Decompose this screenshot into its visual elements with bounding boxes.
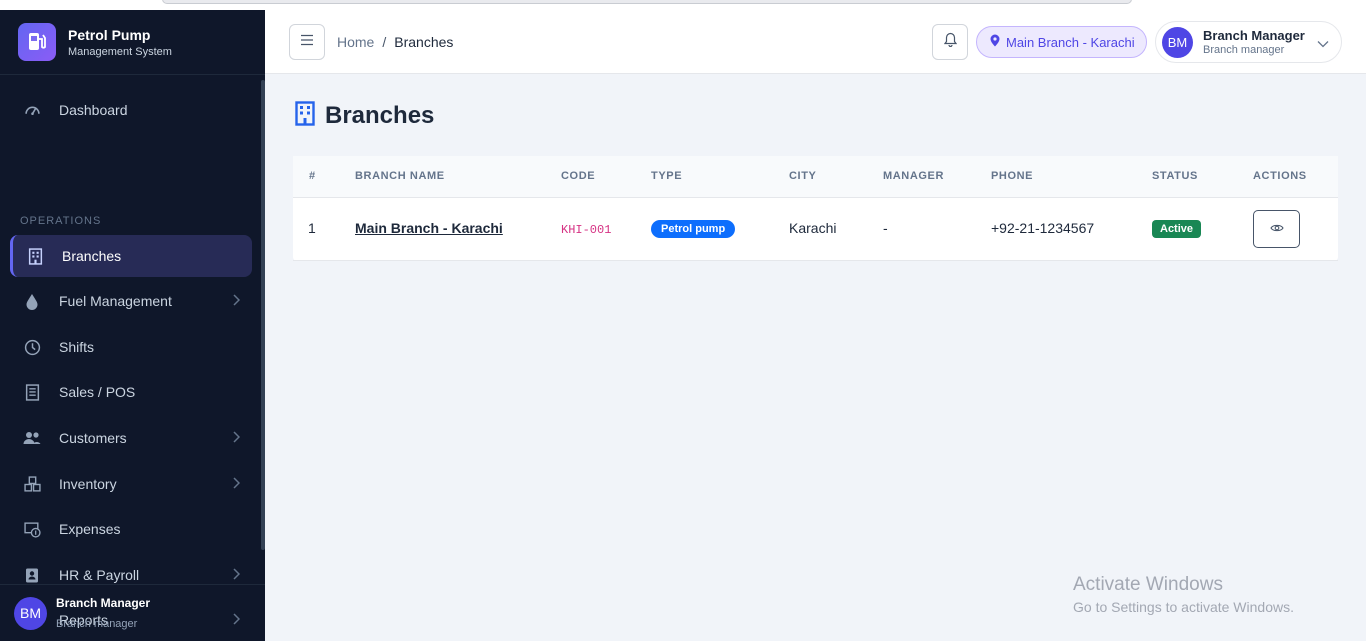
sidebar-item-label: Inventory (59, 476, 117, 492)
sidebar-item-label: Branches (62, 248, 122, 264)
people-icon (23, 429, 41, 447)
sidebar-item-branches[interactable]: Branches (10, 235, 252, 277)
watermark-line1: Activate Windows (1073, 574, 1223, 595)
sidebar-item-label: Sales / POS (59, 384, 136, 400)
breadcrumb-home[interactable]: Home (337, 34, 374, 50)
column-header-type: TYPE (651, 170, 683, 182)
sidebar-item-label: HR & Payroll (59, 567, 140, 583)
chevron-down-icon (1317, 35, 1329, 53)
brand-subtitle: Management System (68, 45, 172, 58)
building-icon (295, 101, 315, 131)
map-pin-icon (990, 34, 1000, 50)
row-index: 1 (308, 220, 316, 236)
gauge-icon (23, 101, 41, 119)
sidebar-item-expenses[interactable]: Expenses (10, 508, 252, 550)
sidebar-user-role: Branch manager (56, 618, 138, 630)
sidebar-item-customers[interactable]: Customers (10, 417, 252, 459)
sidebar-item-sales-pos[interactable]: Sales / POS (10, 371, 252, 413)
brand: Petrol Pump Management System (0, 10, 265, 75)
breadcrumb-separator: / (382, 34, 387, 50)
sidebar-item-label: Fuel Management (59, 293, 172, 309)
current-branch-label: Main Branch - Karachi (1006, 34, 1135, 50)
sidebar-item-label: Shifts (59, 339, 95, 355)
sidebar-item-shifts[interactable]: Shifts (10, 326, 252, 368)
browser-scroll-strip (0, 0, 1366, 10)
breadcrumb-current: Branches (394, 34, 454, 50)
page-heading: Branches (295, 101, 434, 131)
eye-icon (1269, 220, 1284, 238)
sidebar-item-inventory[interactable]: Inventory (10, 463, 252, 505)
column-header-status: STATUS (1152, 170, 1198, 182)
browser-scroll-pill (162, 0, 1132, 4)
clock-icon (23, 338, 41, 356)
branch-manager: - (883, 220, 888, 236)
table-row: 1 Main Branch - Karachi KHI-001 Petrol p… (293, 198, 1338, 261)
sidebar-item-fuel-management[interactable]: Fuel Management (10, 280, 252, 322)
cash-icon (23, 520, 41, 538)
sidebar: Petrol Pump Management System Dashboard … (0, 10, 265, 641)
fuel-pump-logo-icon (18, 23, 56, 61)
id-badge-icon (23, 566, 41, 584)
header-user-role: Branch manager (1203, 44, 1285, 56)
chevron-right-icon (232, 430, 241, 446)
building-icon (26, 247, 44, 265)
branch-name-link[interactable]: Main Branch - Karachi (355, 220, 503, 236)
windows-activation-watermark: Activate Windows Go to Settings to activ… (1073, 574, 1294, 615)
top-header: Home / Branches Main Branch - Karachi BM B… (265, 10, 1366, 74)
receipt-icon (23, 383, 41, 401)
column-header-phone: PHONE (991, 170, 1034, 182)
branch-phone: +92-21-1234567 (991, 220, 1095, 236)
sidebar-item-dashboard[interactable]: Dashboard (10, 89, 252, 131)
sidebar-user[interactable]: BM Branch Manager Branch manager (0, 584, 265, 641)
menu-toggle-button[interactable] (289, 24, 325, 60)
column-header-branch-name: BRANCH NAME (355, 170, 445, 182)
avatar: BM (14, 596, 47, 630)
sidebar-item-label: Customers (59, 430, 127, 446)
column-header-actions: ACTIONS (1253, 170, 1307, 182)
chevron-right-icon (232, 567, 241, 583)
sidebar-item-label: Dashboard (59, 102, 128, 118)
status-badge: Active (1152, 220, 1202, 238)
section-label-operations: OPERATIONS (20, 215, 102, 227)
branches-table: # BRANCH NAME CODE TYPE CITY MANAGER PHO… (293, 156, 1338, 261)
chevron-right-icon (232, 293, 241, 309)
branch-code: KHI-001 (561, 223, 612, 237)
sidebar-item-label: Expenses (59, 521, 121, 537)
breadcrumb: Home / Branches (337, 34, 453, 50)
table-header-row: # BRANCH NAME CODE TYPE CITY MANAGER PHO… (293, 156, 1338, 198)
brand-title: Petrol Pump (68, 26, 151, 43)
column-header-city: CITY (789, 170, 817, 182)
column-header-manager: MANAGER (883, 170, 945, 182)
page-title: Branches (325, 102, 435, 129)
notifications-button[interactable] (932, 24, 968, 60)
branch-city: Karachi (789, 220, 837, 236)
watermark-line2: Go to Settings to activate Windows. (1073, 599, 1294, 615)
avatar: BM (1162, 26, 1193, 58)
column-header-code: CODE (561, 170, 596, 182)
sidebar-scrollbar[interactable] (261, 80, 265, 550)
bell-icon (943, 32, 957, 52)
droplet-icon (23, 292, 41, 310)
current-branch-selector[interactable]: Main Branch - Karachi (976, 26, 1147, 58)
header-user-name: Branch Manager (1203, 28, 1305, 43)
chevron-right-icon (232, 476, 241, 492)
column-header-index: # (309, 170, 316, 182)
view-branch-button[interactable] (1253, 210, 1300, 248)
boxes-icon (23, 475, 41, 493)
hamburger-icon (300, 33, 314, 51)
user-menu[interactable]: BM Branch Manager Branch manager (1155, 21, 1342, 63)
sidebar-user-name: Branch Manager (56, 596, 151, 610)
type-badge: Petrol pump (651, 220, 736, 238)
